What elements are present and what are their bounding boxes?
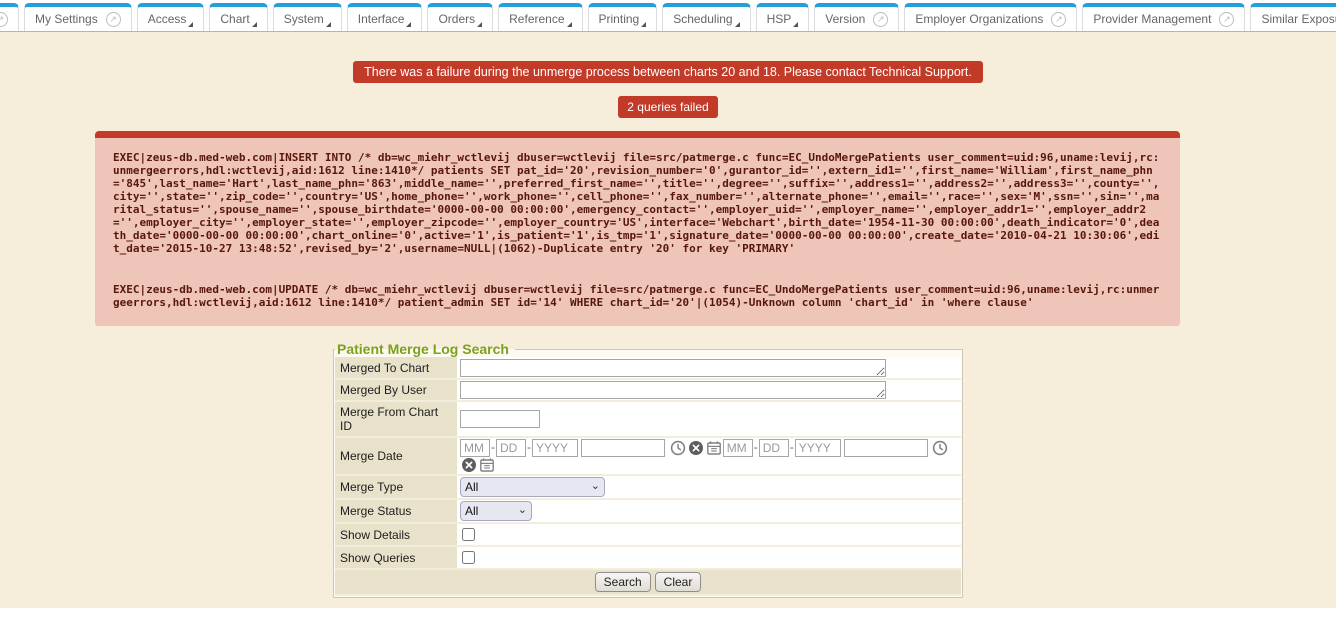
patient-merge-log-search-form: Patient Merge Log Search Merged To Chart… bbox=[333, 341, 963, 598]
tab-reference[interactable]: Reference bbox=[498, 3, 582, 31]
dropdown-corner-icon bbox=[252, 22, 257, 27]
tab-cutoff-left[interactable]: ↗ bbox=[0, 3, 19, 31]
clear-date-icon[interactable] bbox=[688, 440, 704, 456]
merge-date-start-year-input[interactable] bbox=[532, 439, 578, 457]
date-separator: - bbox=[754, 440, 758, 454]
merge-date-end-day-input[interactable] bbox=[759, 439, 789, 457]
tab-label: Similar Exposure Groups (SEGs) bbox=[1261, 12, 1336, 26]
dropdown-corner-icon bbox=[735, 22, 740, 27]
form-row-merge-date: Merge Date - - - - bbox=[335, 437, 961, 475]
tab-my-settings[interactable]: My Settings ↗ bbox=[24, 3, 132, 31]
tab-label: Orders bbox=[438, 12, 475, 26]
search-button[interactable]: Search bbox=[595, 572, 651, 592]
popout-icon[interactable]: ↗ bbox=[1051, 12, 1066, 27]
tab-label: Interface bbox=[358, 12, 405, 26]
form-row-show-details: Show Details bbox=[335, 523, 961, 546]
form-row-merge-type: Merge Type All⌄ bbox=[335, 475, 961, 499]
tab-system[interactable]: System bbox=[273, 3, 342, 31]
date-separator: - bbox=[491, 440, 495, 454]
form-row-merge-status: Merge Status All⌄ bbox=[335, 499, 961, 523]
failed-query-2: EXEC|zeus-db.med-web.com|UPDATE /* db=wc… bbox=[113, 283, 1162, 309]
sql-error-box: EXEC|zeus-db.med-web.com|INSERT INTO /* … bbox=[95, 131, 1180, 326]
tab-label: Chart bbox=[220, 12, 249, 26]
clear-button[interactable]: Clear bbox=[655, 572, 702, 592]
tab-label: Scheduling bbox=[673, 12, 732, 26]
form-row-merged-to-chart: Merged To Chart bbox=[335, 357, 961, 379]
merged-by-user-label: Merged By User bbox=[335, 379, 457, 401]
show-details-checkbox[interactable] bbox=[462, 528, 475, 541]
merge-type-select[interactable]: All bbox=[460, 477, 605, 497]
merge-date-label: Merge Date bbox=[335, 437, 457, 475]
page-content: There was a failure during the unmerge p… bbox=[0, 32, 1336, 608]
form-row-merge-from-chart-id: Merge From Chart ID bbox=[335, 401, 961, 437]
merged-to-chart-label: Merged To Chart bbox=[335, 357, 457, 379]
merge-date-end-month-input[interactable] bbox=[723, 439, 753, 457]
tab-orders[interactable]: Orders bbox=[427, 3, 493, 31]
dropdown-corner-icon bbox=[477, 22, 482, 27]
merge-from-chart-id-input[interactable] bbox=[460, 410, 540, 428]
popout-icon[interactable]: ↗ bbox=[0, 12, 8, 27]
clear-date-icon[interactable] bbox=[461, 457, 477, 473]
tab-label: System bbox=[284, 12, 324, 26]
merge-date-end-time-input[interactable] bbox=[844, 439, 928, 457]
dropdown-corner-icon bbox=[406, 22, 411, 27]
form-row-merged-by-user: Merged By User bbox=[335, 379, 961, 401]
dropdown-corner-icon bbox=[793, 22, 798, 27]
merge-status-select[interactable]: All bbox=[460, 501, 532, 521]
clock-icon[interactable] bbox=[932, 440, 948, 456]
tab-label: Reference bbox=[509, 12, 564, 26]
unmerge-failure-banner: There was a failure during the unmerge p… bbox=[353, 61, 983, 83]
sql-error-box-header-bar bbox=[95, 131, 1180, 138]
dropdown-corner-icon bbox=[641, 22, 646, 27]
show-queries-checkbox[interactable] bbox=[462, 551, 475, 564]
merge-date-start-time-input[interactable] bbox=[581, 439, 665, 457]
tab-label: HSP bbox=[767, 12, 792, 26]
tab-label: My Settings bbox=[35, 12, 98, 26]
merge-date-start-day-input[interactable] bbox=[496, 439, 526, 457]
admin-tab-bar: ↗ My Settings ↗ Access Chart System Inte… bbox=[0, 0, 1336, 32]
queries-failed-badge: 2 queries failed bbox=[618, 96, 717, 118]
tab-employer-organizations[interactable]: Employer Organizations ↗ bbox=[904, 3, 1077, 31]
tab-label: Version bbox=[825, 12, 865, 26]
merge-type-label: Merge Type bbox=[335, 475, 457, 499]
tab-label: Employer Organizations bbox=[915, 12, 1043, 26]
date-separator: - bbox=[790, 440, 794, 454]
calendar-icon[interactable] bbox=[706, 440, 722, 456]
merge-status-label: Merge Status bbox=[335, 499, 457, 523]
dropdown-corner-icon bbox=[326, 22, 331, 27]
show-queries-label: Show Queries bbox=[335, 546, 457, 569]
form-row-buttons: SearchClear bbox=[335, 569, 961, 595]
form-row-show-queries: Show Queries bbox=[335, 546, 961, 569]
tab-chart[interactable]: Chart bbox=[209, 3, 267, 31]
tab-hsp[interactable]: HSP bbox=[756, 3, 810, 31]
tab-similar-exposure-groups[interactable]: Similar Exposure Groups (SEGs) ↗ bbox=[1250, 3, 1336, 31]
failed-query-1: EXEC|zeus-db.med-web.com|INSERT INTO /* … bbox=[113, 151, 1162, 255]
tab-provider-management[interactable]: Provider Management ↗ bbox=[1082, 3, 1245, 31]
tab-version[interactable]: Version ↗ bbox=[814, 3, 899, 31]
merge-from-chart-id-label: Merge From Chart ID bbox=[335, 401, 457, 437]
show-details-label: Show Details bbox=[335, 523, 457, 546]
popout-icon[interactable]: ↗ bbox=[873, 12, 888, 27]
dropdown-corner-icon bbox=[567, 22, 572, 27]
merged-to-chart-input[interactable] bbox=[460, 359, 886, 377]
merged-by-user-input[interactable] bbox=[460, 381, 886, 399]
merge-date-end-year-input[interactable] bbox=[795, 439, 841, 457]
merge-date-start-month-input[interactable] bbox=[460, 439, 490, 457]
date-separator: - bbox=[527, 440, 531, 454]
clock-icon[interactable] bbox=[670, 440, 686, 456]
dropdown-corner-icon bbox=[188, 22, 193, 27]
tab-label: Provider Management bbox=[1093, 12, 1211, 26]
tab-scheduling[interactable]: Scheduling bbox=[662, 3, 750, 31]
popout-icon[interactable]: ↗ bbox=[1219, 12, 1234, 27]
tab-access[interactable]: Access bbox=[137, 3, 205, 31]
form-title: Patient Merge Log Search bbox=[335, 341, 515, 357]
tab-label: Access bbox=[148, 12, 187, 26]
popout-icon[interactable]: ↗ bbox=[106, 12, 121, 27]
tab-label: Printing bbox=[599, 12, 640, 26]
sql-error-box-body: EXEC|zeus-db.med-web.com|INSERT INTO /* … bbox=[95, 138, 1180, 326]
tab-printing[interactable]: Printing bbox=[588, 3, 658, 31]
tab-interface[interactable]: Interface bbox=[347, 3, 423, 31]
calendar-icon[interactable] bbox=[479, 457, 495, 473]
